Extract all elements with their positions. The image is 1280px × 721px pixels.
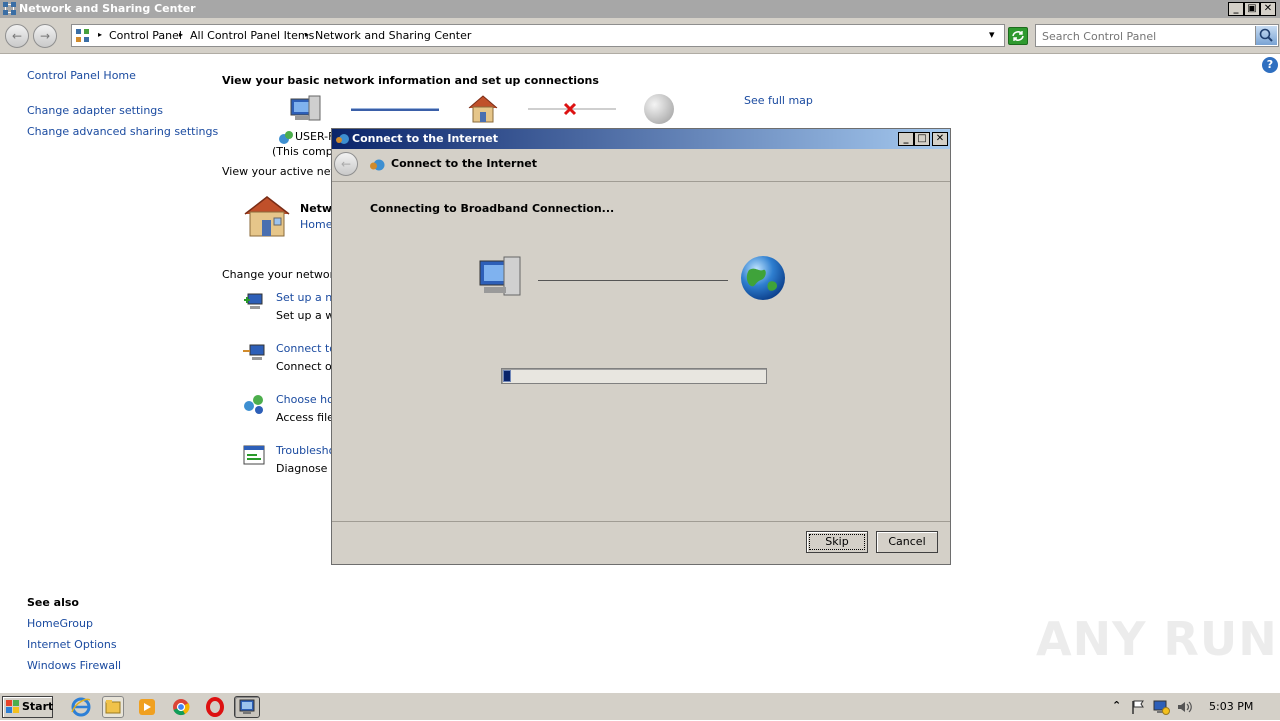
dialog-computer-icon: [474, 255, 524, 299]
dialog-connection-line: [538, 280, 728, 281]
volume-icon[interactable]: [1176, 699, 1194, 715]
maximize-button[interactable]: ▣: [1244, 2, 1260, 16]
chrome-icon[interactable]: [170, 696, 192, 718]
connection-progress-bar: [501, 368, 767, 384]
file-explorer-icon[interactable]: [102, 696, 124, 718]
active-networks-label: View your active netw: [222, 165, 344, 178]
connection-status-text: Connecting to Broadband Connection...: [370, 202, 615, 215]
help-icon[interactable]: ?: [1262, 57, 1278, 73]
dialog-app-icon: [335, 132, 349, 146]
refresh-icon[interactable]: [1008, 27, 1028, 45]
task-troubleshoot-desc: Diagnose a: [276, 462, 338, 475]
media-player-icon[interactable]: [136, 696, 158, 718]
network-center-task-icon[interactable]: [234, 696, 260, 718]
change-settings-label: Change your networki: [222, 268, 344, 281]
connection-line: [351, 108, 439, 111]
see-also-heading: See also: [27, 596, 79, 609]
home-network-icon: [242, 194, 292, 238]
dialog-header: Connect to the Internet: [391, 157, 538, 170]
task-setup-link[interactable]: Set up a ne: [276, 291, 339, 304]
progress-bar-fill: [503, 370, 511, 382]
breadcrumb-all-items[interactable]: All Control Panel Items: [190, 29, 314, 42]
internet-globe-gray-icon: [644, 94, 674, 124]
see-also-homegroup[interactable]: HomeGroup: [27, 617, 93, 630]
forward-button[interactable]: →: [33, 24, 57, 48]
breadcrumb-control-panel[interactable]: Control Panel: [109, 29, 182, 42]
tray-expand-icon[interactable]: ⌃: [1112, 699, 1121, 712]
windows-logo-icon: [6, 700, 20, 714]
minimize-button[interactable]: _: [1228, 2, 1244, 16]
sidebar-change-adapter-settings[interactable]: Change adapter settings: [27, 104, 163, 117]
address-toolbar: ← → ▸ Control Panel ▸ All Control Panel …: [0, 18, 1280, 54]
task-homegroup-link[interactable]: Choose hor: [276, 393, 338, 406]
dialog-close-button[interactable]: ✕: [932, 132, 948, 146]
sidebar-change-advanced-sharing[interactable]: Change advanced sharing settings: [27, 125, 218, 138]
dialog-header-icon: [369, 157, 385, 173]
computer-icon: [289, 94, 323, 124]
action-center-flag-icon[interactable]: [1130, 699, 1146, 715]
computer-name: USER-F: [295, 130, 335, 143]
opera-icon[interactable]: [204, 696, 226, 718]
network-tray-icon[interactable]: [1152, 698, 1170, 716]
setup-connection-icon: [242, 290, 266, 314]
close-button[interactable]: ✕: [1260, 2, 1276, 16]
cancel-button[interactable]: Cancel: [876, 531, 938, 553]
search-box[interactable]: [1035, 24, 1279, 47]
start-button[interactable]: Start: [2, 696, 53, 718]
breadcrumb-chevron-icon[interactable]: ▸: [179, 30, 183, 39]
see-full-map-link[interactable]: See full map: [744, 94, 813, 107]
address-dropdown-icon[interactable]: ▾: [989, 28, 995, 41]
network-computer-icon: [278, 129, 294, 145]
house-icon: [466, 94, 500, 124]
taskbar: Start ⌃ 5:03 PM: [0, 692, 1280, 720]
disconnected-x-icon: [562, 101, 578, 117]
address-bar[interactable]: ▸ Control Panel ▸ All Control Panel Item…: [71, 24, 1005, 47]
task-troubleshoot-link[interactable]: Troublesho: [276, 444, 335, 457]
task-connect-link[interactable]: Connect to: [276, 342, 336, 355]
sidebar-control-panel-home[interactable]: Control Panel Home: [27, 69, 136, 82]
internet-explorer-icon[interactable]: [70, 696, 92, 718]
task-connect-desc: Connect or: [276, 360, 337, 373]
clock[interactable]: 5:03 PM: [1209, 700, 1253, 713]
breadcrumb-chevron-icon[interactable]: ▸: [98, 30, 102, 39]
search-input[interactable]: [1042, 26, 1257, 46]
see-also-windows-firewall[interactable]: Windows Firewall: [27, 659, 121, 672]
window-title-bar[interactable]: Network and Sharing Center _ ▣ ✕: [0, 0, 1280, 18]
dialog-content-panel: Connecting to Broadband Connection...: [332, 181, 950, 522]
skip-button[interactable]: Skip: [806, 531, 868, 553]
anyrun-watermark: ANY RUN: [1036, 612, 1278, 666]
window-title: Network and Sharing Center: [19, 2, 196, 15]
network-type-link[interactable]: Home: [300, 218, 332, 231]
globe-icon: [739, 254, 787, 302]
connect-network-icon: [242, 341, 266, 365]
task-setup-desc: Set up a wi: [276, 309, 338, 322]
connect-internet-dialog: Connect to the Internet _ □ ✕ ← Connect …: [331, 128, 951, 565]
dialog-minimize-button[interactable]: _: [898, 132, 914, 146]
search-icon[interactable]: [1255, 26, 1277, 45]
dialog-title: Connect to the Internet: [352, 132, 499, 145]
breadcrumb-network-sharing[interactable]: Network and Sharing Center: [315, 29, 471, 42]
dialog-maximize-button[interactable]: □: [914, 132, 930, 146]
dialog-back-button[interactable]: ←: [334, 152, 358, 176]
homegroup-icon: [242, 392, 266, 416]
see-also-internet-options[interactable]: Internet Options: [27, 638, 117, 651]
dialog-title-bar[interactable]: Connect to the Internet _ □ ✕: [332, 129, 950, 149]
back-button[interactable]: ←: [5, 24, 29, 48]
computer-subtitle: (This compu: [272, 145, 340, 158]
network-sharing-app-icon: [3, 2, 16, 15]
page-heading: View your basic network information and …: [222, 74, 599, 87]
breadcrumb-chevron-icon[interactable]: ▸: [305, 30, 309, 39]
start-label: Start: [22, 700, 54, 713]
network-name: Netw: [300, 202, 333, 215]
troubleshoot-icon: [242, 443, 266, 467]
control-panel-icon: [75, 28, 90, 43]
